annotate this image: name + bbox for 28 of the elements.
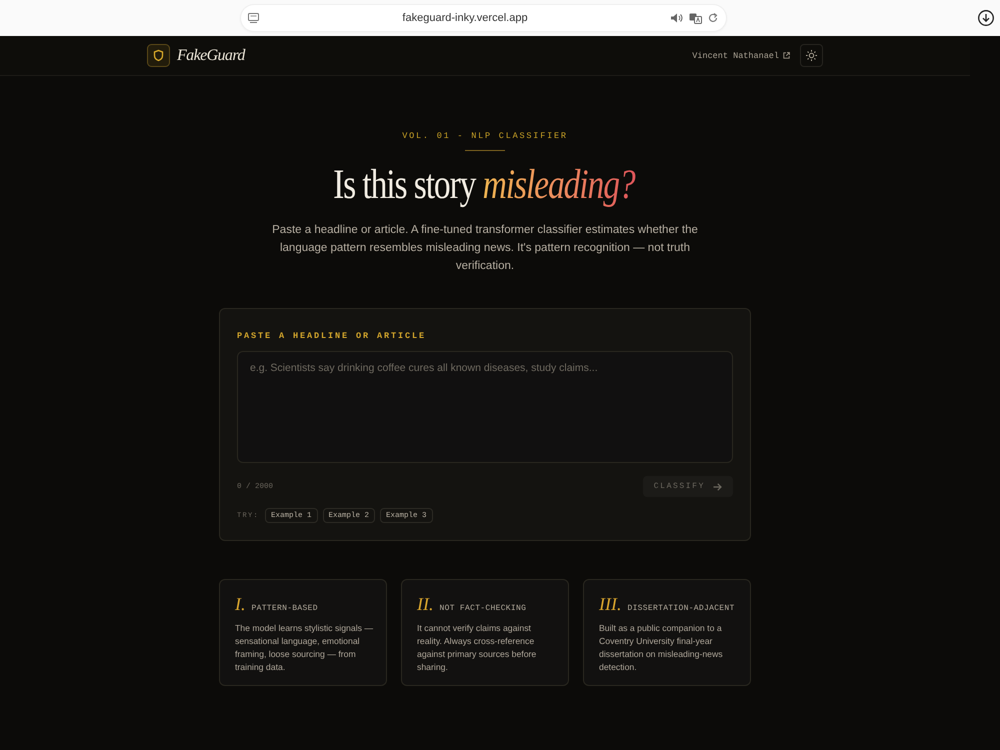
feature-numeral: II. xyxy=(417,594,434,615)
speaker-icon[interactable] xyxy=(671,13,683,23)
feature-title: NOT FACT-CHECKING xyxy=(440,604,526,613)
external-link-icon xyxy=(783,52,790,59)
reload-icon[interactable] xyxy=(708,13,718,23)
hero-title: Is this story misleading? xyxy=(332,161,638,209)
feature-text: The model learns stylistic signals — sensational language, emotional framing, loose sourcing — from training data. xyxy=(235,622,374,674)
sun-icon xyxy=(806,50,817,61)
url-text: fakeguard-inky.vercel.app xyxy=(402,12,528,24)
feature-text: It cannot verify claims against reality. Always cross-reference against primary sources before sharing. xyxy=(417,622,538,674)
address-bar[interactable]: fakeguard-inky.vercel.app xyxy=(241,5,726,31)
eyebrow-label: VOL. 01 - NLP CLASSIFIER xyxy=(402,131,568,141)
text-input-field[interactable]: e.g. Scientists say drinking coffee cures all known diseases, study claims... xyxy=(237,351,733,463)
author-link[interactable]: Vincent Nathanael xyxy=(692,50,790,60)
brand-name: FakeGuard xyxy=(177,46,245,64)
feature-title: PATTERN-BASED xyxy=(252,604,318,613)
feature-numeral: I. xyxy=(235,594,246,615)
feature-text: Built as a public companion to a Coventry University final-year dissertation on misleading-news detection. xyxy=(599,622,724,674)
download-icon[interactable] xyxy=(978,10,994,26)
theme-toggle-button[interactable] xyxy=(800,44,823,67)
page-icon[interactable] xyxy=(248,12,259,24)
intro-text: Paste a headline or article. A fine-tuned transformer classifier estimates whether the language pattern resembles misleading news. It's pattern recognition — not truth verification. xyxy=(271,223,699,274)
arrow-right-icon xyxy=(713,482,722,490)
shield-icon xyxy=(147,44,170,67)
feature-title: DISSERTATION-ADJACENT xyxy=(627,604,735,613)
translate-icon[interactable] xyxy=(689,12,702,24)
input-label: PASTE A HEADLINE OR ARTICLE xyxy=(237,331,426,341)
feature-numeral: III. xyxy=(599,594,622,615)
